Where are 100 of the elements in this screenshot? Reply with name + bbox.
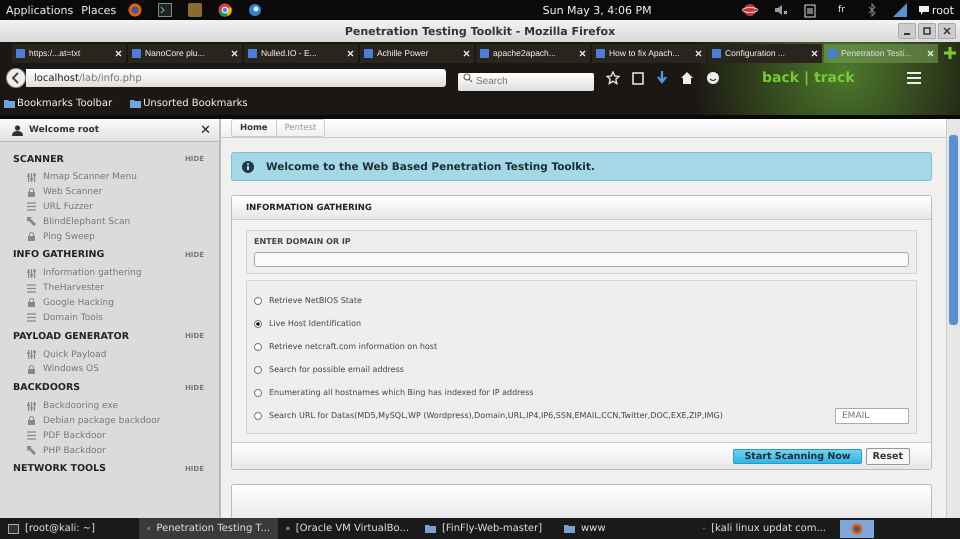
- search-icon: [463, 73, 473, 83]
- breadcrumb-link[interactable]: Home: [232, 120, 277, 136]
- close-icon[interactable]: [115, 50, 122, 56]
- lock-icon: [27, 188, 36, 197]
- sliders-icon: [27, 172, 36, 182]
- app-icon[interactable]: [188, 3, 202, 17]
- radio-button[interactable]: [254, 366, 262, 374]
- lock-icon: [27, 416, 36, 426]
- option-label: Live Host Identification: [269, 319, 362, 328]
- firefox-icon[interactable]: [128, 3, 142, 17]
- volume-icon[interactable]: [774, 3, 788, 17]
- chrome-icon[interactable]: [218, 3, 232, 17]
- close-icon[interactable]: [695, 50, 702, 56]
- close-icon[interactable]: [811, 50, 818, 56]
- taskbar-item[interactable]: Penetration Testing T...: [139, 518, 278, 539]
- reset-button[interactable]: Reset: [866, 448, 910, 464]
- close-icon[interactable]: [579, 50, 586, 56]
- field-label: ENTER DOMAIN OR IP: [254, 237, 352, 246]
- user-icon: [12, 124, 23, 136]
- browser-tab[interactable]: apache2apach...: [476, 44, 590, 62]
- radio-button[interactable]: [254, 412, 262, 420]
- plus-icon[interactable]: [944, 47, 956, 59]
- panel-menu[interactable]: Places: [81, 4, 116, 16]
- firefox-button[interactable]: [840, 520, 874, 538]
- close-button[interactable]: ✕: [200, 122, 211, 138]
- home-icon[interactable]: [680, 71, 694, 85]
- panel-title: INFORMATION GATHERING: [246, 202, 372, 212]
- section-title: NETWORK TOOLS: [13, 463, 106, 474]
- firefox-icon: [851, 522, 863, 534]
- minimize-button[interactable]: [898, 23, 916, 39]
- browser-tab[interactable]: Achille Power: [360, 44, 474, 62]
- bluetooth-icon[interactable]: [866, 3, 877, 17]
- close-icon[interactable]: [347, 50, 354, 56]
- maximize-icon: [923, 27, 931, 35]
- taskbar-item[interactable]: [Oracle VM VirtualBo...: [278, 518, 417, 539]
- smiley-icon[interactable]: [706, 71, 720, 85]
- browser-tab[interactable]: Configuration ...: [708, 44, 822, 62]
- taskbar-item[interactable]: [FinFly-Web-master]: [417, 518, 556, 539]
- star-icon[interactable]: [606, 71, 620, 85]
- address-bar[interactable]: localhost/lab/info.php: [26, 69, 446, 87]
- sliders-icon: [27, 402, 36, 411]
- radio-button[interactable]: [254, 388, 262, 396]
- option-label: Search for possible email address: [269, 365, 404, 374]
- domain-input[interactable]: [254, 252, 909, 267]
- browser-tab[interactable]: NanoCore plu...: [128, 44, 242, 62]
- folder-icon: [564, 524, 575, 533]
- chat-icon: [918, 6, 929, 14]
- download-icon[interactable]: [656, 71, 668, 85]
- menu-icon[interactable]: [906, 72, 921, 84]
- swirl-icon[interactable]: [248, 3, 262, 17]
- lock-icon: [27, 298, 36, 308]
- lock-icon: [27, 364, 36, 374]
- window-title: Penetration Testing Toolkit - Mozilla Firefox: [344, 24, 616, 38]
- signal-icon[interactable]: [892, 3, 907, 17]
- taskbar-item[interactable]: [kali linux updat com...: [695, 518, 834, 539]
- keyboard-layout[interactable]: fr: [838, 5, 845, 15]
- folder-icon: [4, 99, 15, 108]
- email-input[interactable]: EMAIL: [835, 408, 909, 424]
- radio-button[interactable]: [254, 296, 262, 304]
- section-title: INFO GATHERING: [13, 249, 104, 260]
- list-icon: [27, 284, 36, 293]
- radio-button[interactable]: [254, 342, 262, 350]
- bookmark-folder[interactable]: Bookmarks Toolbar: [4, 98, 112, 109]
- taskbar-item[interactable]: [root@kali: ~]: [0, 518, 139, 539]
- browser-tab[interactable]: How to fix Apach...: [592, 44, 706, 62]
- scrollbar[interactable]: [946, 119, 960, 518]
- panel-menu[interactable]: Applications: [6, 4, 74, 16]
- arrow-icon: [27, 446, 36, 456]
- browser-tab[interactable]: Nulled.IO - E...: [244, 44, 358, 62]
- back-button[interactable]: [6, 68, 26, 88]
- terminal-icon: [8, 524, 19, 534]
- section-title: BACKDOORS: [13, 382, 80, 394]
- close-button[interactable]: [938, 23, 956, 39]
- close-icon[interactable]: [231, 50, 238, 56]
- taskbar-item[interactable]: www: [556, 518, 695, 539]
- logo: back | track: [762, 70, 855, 86]
- welcome-text: Welcome root: [29, 125, 100, 135]
- clock[interactable]: Sun May 3, 4:06 PM: [352, 4, 652, 16]
- lock-icon: [27, 232, 36, 242]
- search-field[interactable]: Search: [458, 72, 594, 90]
- bookmark-folder[interactable]: Unsorted Bookmarks: [130, 98, 248, 109]
- terminal-icon[interactable]: [158, 3, 172, 17]
- folder-icon: [130, 99, 142, 108]
- clipboard-icon[interactable]: [804, 2, 816, 18]
- option-label: Retrieve netcraft.com information on host: [269, 342, 438, 351]
- arrow-icon: [27, 217, 36, 226]
- network-icon[interactable]: [742, 3, 758, 17]
- close-icon[interactable]: [463, 50, 470, 56]
- close-icon: [943, 27, 951, 35]
- maximize-button[interactable]: [918, 23, 936, 39]
- sliders-icon: [27, 350, 36, 360]
- list-icon: [27, 313, 36, 322]
- user-menu[interactable]: root: [918, 4, 954, 16]
- section-title: SCANNER: [13, 154, 64, 164]
- clipboard-icon[interactable]: [632, 71, 644, 85]
- start-scan-button[interactable]: Start Scanning Now: [733, 448, 862, 464]
- radio-button[interactable]: [254, 320, 262, 328]
- info-icon: [242, 160, 254, 172]
- browser-tab[interactable]: https:/...at=txt: [12, 44, 126, 62]
- folder-icon: [425, 524, 436, 533]
